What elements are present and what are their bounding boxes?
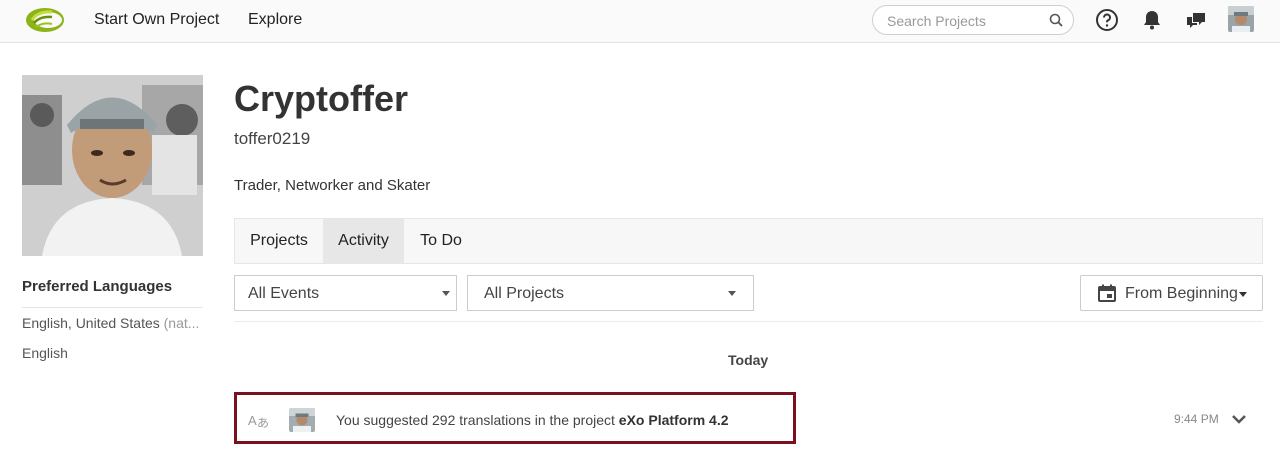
messages-icon[interactable] [1184,8,1208,32]
svg-text:あ: あ [257,416,269,429]
chevron-down-icon [728,291,736,296]
language-name: English, United States [22,315,160,331]
events-filter-select[interactable]: All Events [234,275,457,311]
search-icon[interactable] [1049,13,1063,27]
language-item: English, United States (nat... [22,315,203,331]
projects-filter-select[interactable]: All Projects [467,275,754,311]
search-input[interactable] [887,11,1047,31]
date-range-label: From Beginning [1125,285,1238,302]
tab-activity[interactable]: Activity [323,219,404,263]
event-text: You suggested 292 translations in the pr… [336,412,615,428]
profile-photo [22,75,203,256]
help-icon[interactable] [1095,8,1119,32]
projects-filter-value: All Projects [484,285,565,302]
tab-projects[interactable]: Projects [235,219,323,263]
user-avatar[interactable] [1228,6,1254,32]
activity-event-item: A あ You suggested 292 translations in th… [234,392,796,444]
svg-text:A: A [248,413,257,428]
event-project-link[interactable]: eXo Platform 4.2 [619,412,729,428]
profile-display-name: Cryptoffer [234,78,409,119]
profile-bio: Trader, Networker and Skater [234,177,431,194]
event-time: 9:44 PM [1174,412,1219,426]
event-user-avatar[interactable] [289,408,315,432]
crowdin-logo[interactable] [24,5,66,35]
translate-icon: A あ [248,413,269,429]
nav-start-own-project[interactable]: Start Own Project [94,11,219,29]
search-box [872,5,1074,35]
tab-to-do[interactable]: To Do [404,219,478,263]
activity-day-heading: Today [728,352,769,368]
caret-down-icon [1239,292,1247,297]
date-range-button[interactable]: From Beginning [1080,275,1263,311]
divider [22,307,203,308]
divider [234,321,1263,322]
language-note: (nat... [163,315,200,331]
events-filter-value: All Events [248,285,320,302]
top-navbar: Start Own Project Explore [0,0,1280,43]
preferred-languages-title: Preferred Languages [22,278,173,295]
language-item: English [22,345,68,361]
calendar-icon [1098,284,1116,302]
notifications-bell-icon[interactable] [1140,8,1164,32]
event-description: You suggested 292 translations in the pr… [336,412,729,428]
profile-tabs: Projects Activity To Do [234,218,1263,264]
chevron-down-icon[interactable] [1231,413,1247,425]
nav-explore[interactable]: Explore [248,11,302,29]
profile-username: toffer0219 [234,129,311,148]
chevron-down-icon [442,291,450,296]
